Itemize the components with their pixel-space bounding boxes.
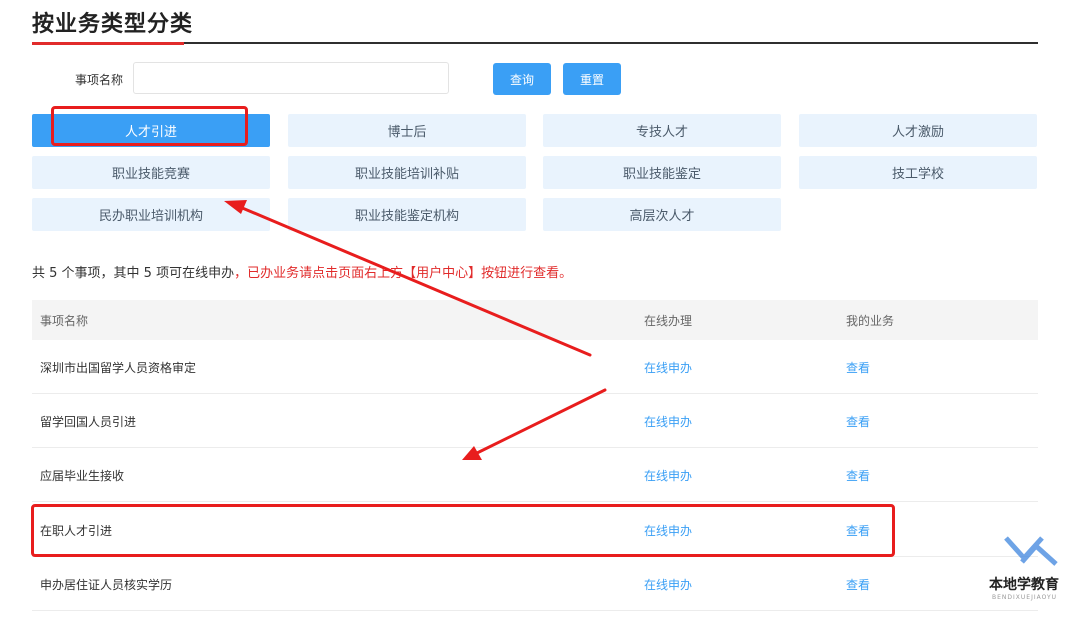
watermark-name: 本地学教育: [989, 577, 1059, 593]
annotation-arrows: [224, 200, 607, 460]
arrow-head-up: [224, 200, 247, 214]
arrow-line-down: [473, 388, 607, 456]
arrow-line-up: [238, 205, 592, 357]
watermark-sub: BENDIXUEJIAOYU: [992, 594, 1058, 601]
